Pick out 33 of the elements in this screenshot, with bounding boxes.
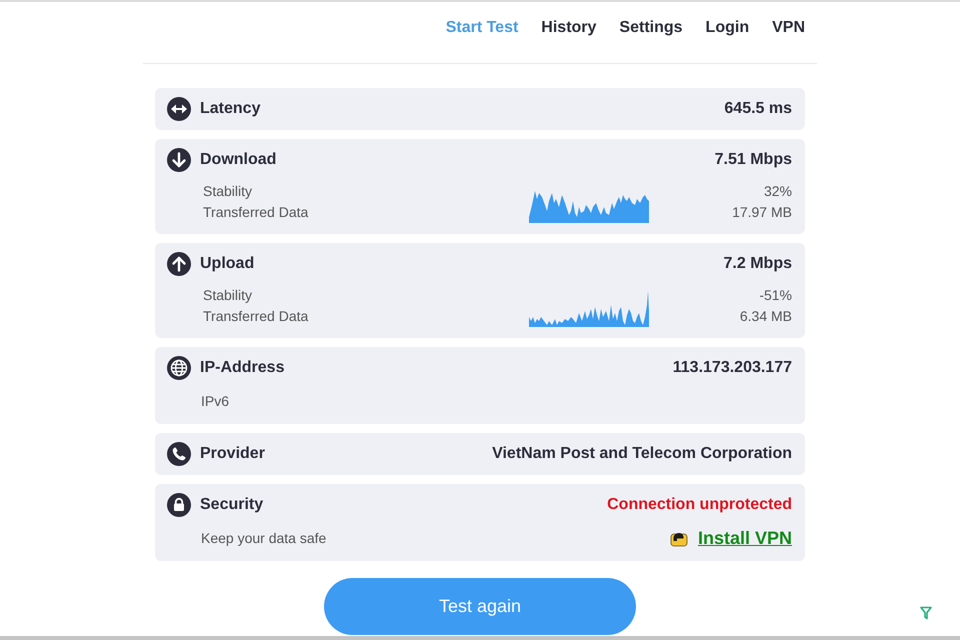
stat-label: Transferred Data [203, 307, 308, 326]
card-subtitle: IPv6 [201, 392, 230, 410]
card-value: 113.173.203.177 [672, 358, 792, 378]
card-value: 7.51 Mbps [714, 150, 792, 170]
nav-link[interactable]: Login [706, 16, 750, 38]
card-value: 645.5 ms [724, 99, 792, 119]
stat-value: 6.34 MB [740, 307, 792, 326]
phone-icon [167, 442, 191, 466]
stat-label: Stability [203, 182, 252, 201]
funnel-icon [920, 606, 932, 620]
stat-value: 32% [764, 182, 792, 201]
card-value: 7.2 Mbps [724, 254, 792, 274]
stat-value: -51% [759, 286, 792, 305]
card-title: IP-Address [200, 358, 284, 378]
card-title: Upload [200, 254, 254, 274]
arrow-down-icon [167, 148, 191, 172]
card-title: Security [200, 495, 264, 515]
card-subtitle: Keep your data safe [201, 528, 326, 548]
nav-link[interactable]: Settings [619, 16, 683, 38]
arrow-up-icon [167, 252, 191, 276]
nav-link[interactable]: History [541, 16, 596, 38]
globe-icon [167, 356, 191, 380]
card-title: Latency [200, 99, 260, 119]
card-title: Download [200, 150, 276, 170]
stat-label: Transferred Data [203, 203, 308, 222]
stat-label: Stability [203, 286, 252, 305]
status-text: Connection unprotected [607, 495, 792, 515]
card-title: Provider [200, 444, 265, 464]
stat-value: 17.97 MB [732, 203, 792, 222]
install-vpn-link[interactable]: Install VPN [698, 524, 792, 552]
card-value: VietNam Post and Telecom Corporation [492, 444, 792, 464]
lock-icon [167, 493, 191, 517]
nav-link[interactable]: VPN [772, 16, 805, 38]
